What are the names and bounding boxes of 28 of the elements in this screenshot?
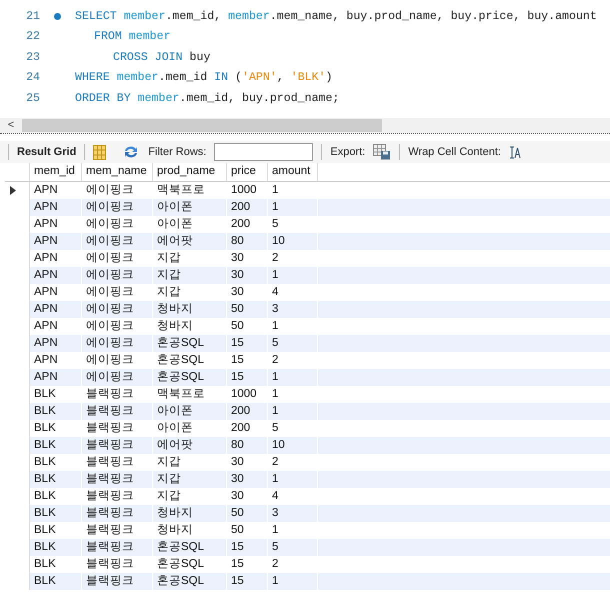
export-label: Export:	[330, 144, 366, 160]
horizontal-scrollbar[interactable]: <	[0, 118, 610, 133]
current-row-icon	[10, 186, 16, 195]
table-cell: 15	[227, 573, 268, 590]
scrollbar-thumb[interactable]	[22, 119, 382, 132]
export-icon[interactable]	[373, 144, 392, 160]
wrap-cell-content-label: Wrap Cell Content:	[408, 144, 501, 160]
table-cell: 1	[268, 573, 318, 590]
table-cell: BLK	[30, 573, 82, 590]
filter-rows-field[interactable]	[214, 143, 314, 161]
code-line: CROSS JOIN buy	[112, 50, 210, 66]
statement-marker-icon	[54, 12, 61, 20]
code-line: WHERE member.mem_id IN ('APN', 'BLK')	[75, 70, 332, 86]
scroll-left-button[interactable]: <	[0, 117, 22, 134]
table-cell: 블랙핑크	[82, 573, 153, 590]
code-line: ORDER BY member.mem_id, buy.prod_name;	[75, 90, 340, 107]
code-line: FROM member	[93, 29, 171, 46]
line-number: 22	[25, 29, 40, 46]
grid-view-icon[interactable]	[93, 144, 106, 160]
result-grid-label[interactable]: Result Grid	[17, 144, 76, 160]
filter-rows-label: Filter Rows:	[148, 144, 206, 160]
table-cell: 혼공SQL	[153, 573, 227, 590]
code-line: SELECT member.mem_id, member.mem_name, buy.prod_name, buy.price, buy.amount	[75, 8, 597, 25]
line-number: 23	[25, 50, 40, 66]
line-number: 24	[25, 70, 40, 86]
line-number: 21	[25, 8, 40, 25]
line-number: 25	[25, 90, 40, 107]
wrap-text-icon[interactable]	[508, 146, 521, 158]
